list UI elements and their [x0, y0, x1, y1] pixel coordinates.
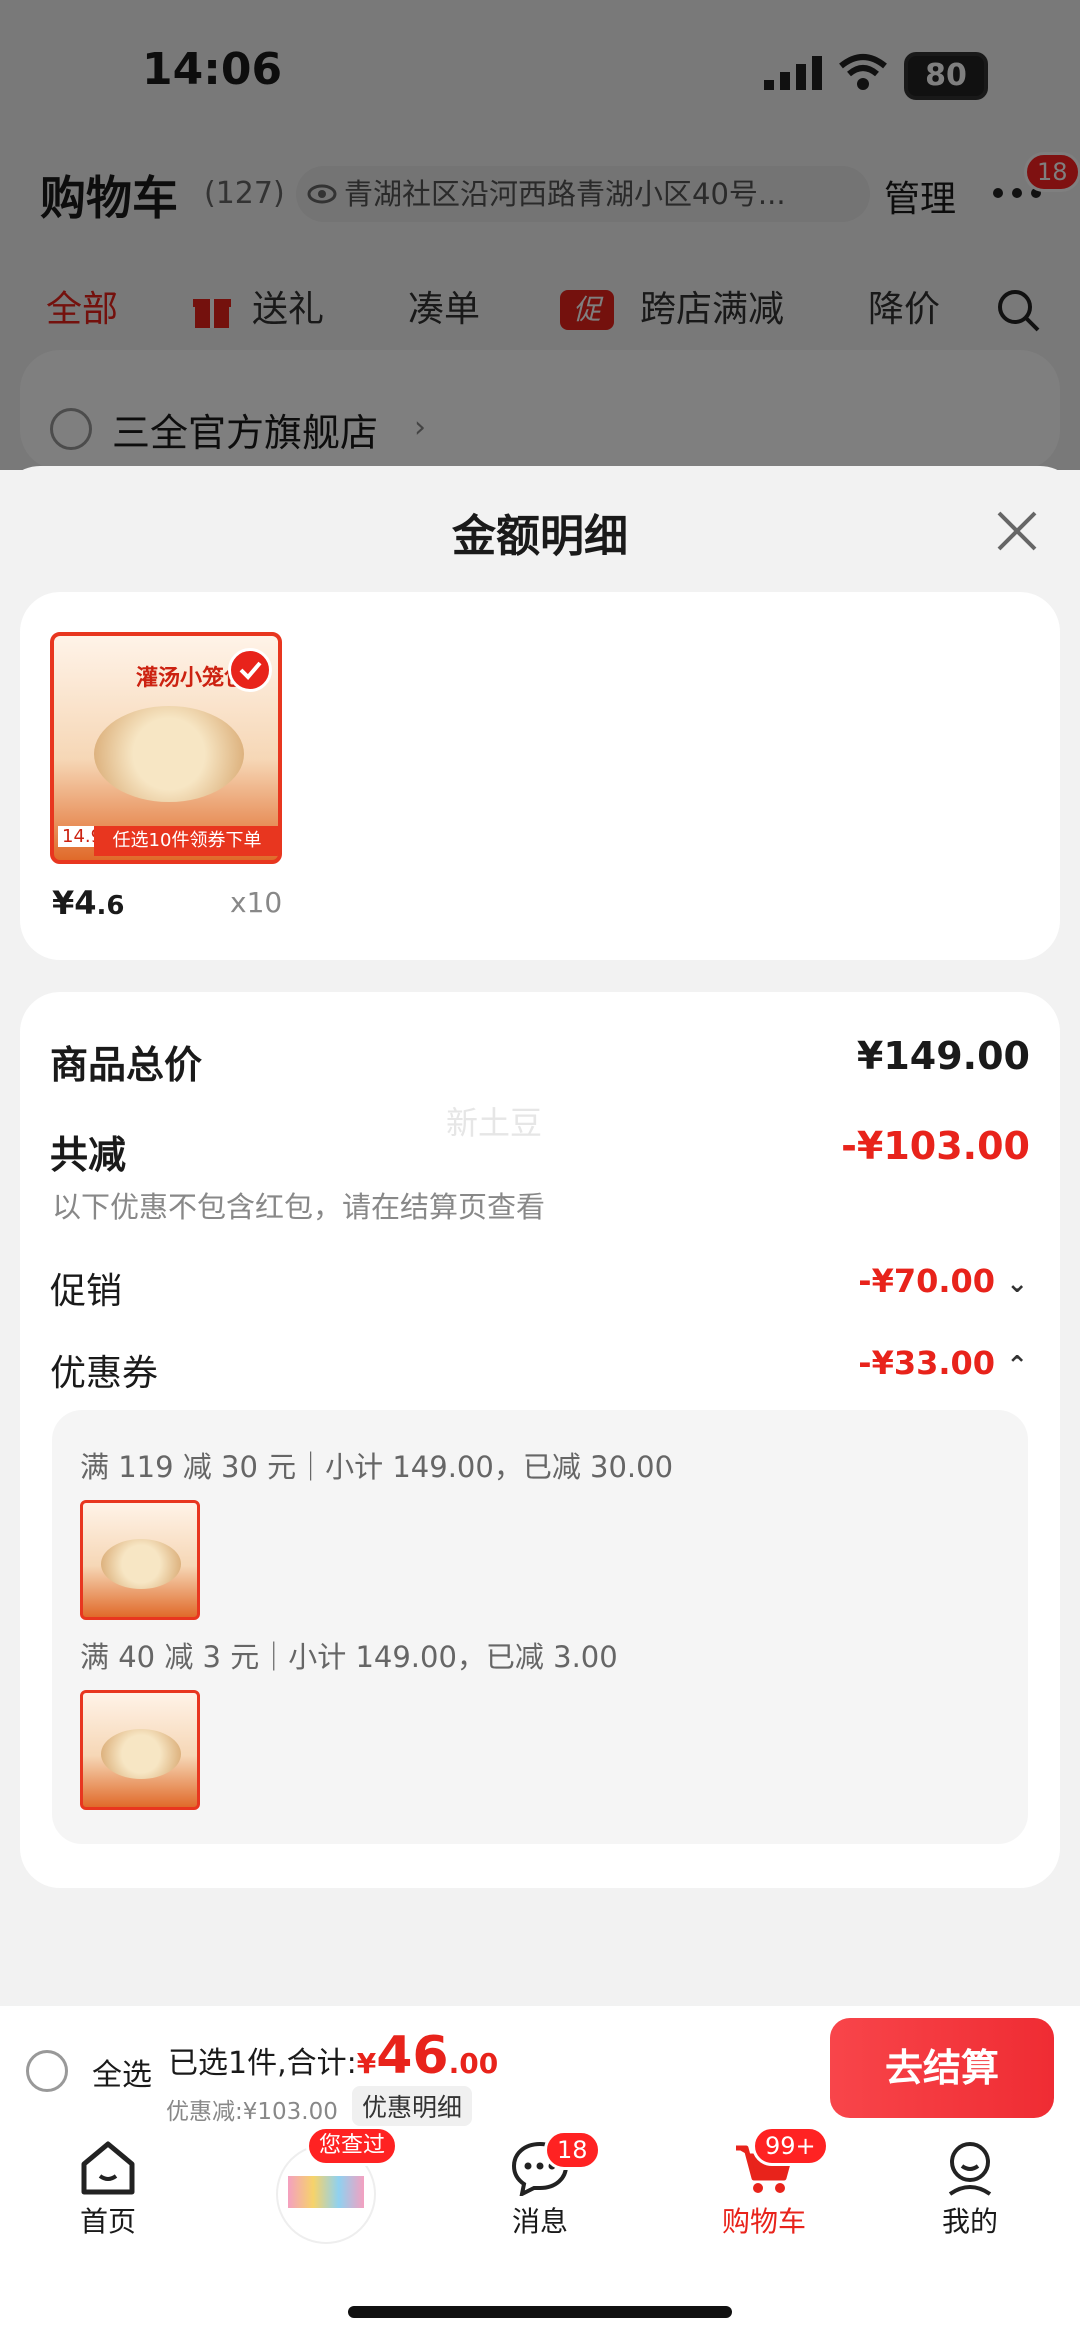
viewed-thumb [288, 2176, 364, 2208]
total-value: ¥149.00 [856, 1034, 1030, 1078]
checkout-button[interactable]: 去结算 [830, 2018, 1054, 2118]
coupon-value: -¥33.00 [858, 1344, 996, 1382]
product-image-promo: 任选10件领券下单 [94, 826, 278, 856]
dumpling-graphic [101, 1729, 181, 1779]
saved-amount: 优惠减:¥103.00 [166, 2099, 338, 2125]
select-all-checkbox[interactable] [26, 2050, 68, 2092]
promo-row[interactable]: -¥70.00 ⌄ [858, 1262, 1028, 1300]
nav-home-label: 首页 [79, 2205, 136, 2238]
profile-icon [948, 2142, 992, 2196]
watermark: 新土豆 [446, 1104, 543, 1142]
close-icon[interactable] [996, 510, 1038, 556]
nav-cart-label: 购物车 [721, 2205, 806, 2238]
product-price: ¥4.6 [52, 884, 125, 922]
product-qty: x10 [230, 886, 283, 919]
home-indicator [348, 2306, 732, 2318]
coupon-product-thumb [80, 1690, 200, 1810]
total-label: 商品总价 [50, 1043, 203, 1087]
sheet-title: 金额明细 [452, 511, 628, 562]
coupon-label: 优惠券 [50, 1353, 159, 1394]
dumpling-graphic [101, 1539, 181, 1589]
promo-value: -¥70.00 [858, 1262, 996, 1300]
chevron-up-icon: ⌃ [1006, 1351, 1028, 1381]
coupon-line: 满 40 减 3 元｜小计 149.00，已减 3.00 [80, 1640, 618, 1674]
dim-overlay [0, 0, 1080, 470]
home-icon [81, 2141, 135, 2195]
promo-label: 促销 [50, 1271, 123, 1312]
cart-badge: 99+ [752, 2126, 829, 2166]
discount-detail-button[interactable]: 优惠明细 [352, 2086, 473, 2126]
coupon-product-thumb [80, 1500, 200, 1620]
discount-label: 共减 [50, 1133, 127, 1177]
nav-mine[interactable]: 我的 [910, 2140, 1030, 2240]
nav-messages-label: 消息 [511, 2205, 568, 2238]
messages-badge: 18 [544, 2130, 601, 2170]
discount-note: 以下优惠不包含红包，请在结算页查看 [52, 1190, 546, 1224]
selected-summary: 已选1件,合计:¥46.00 [168, 2026, 499, 2086]
coupon-line: 满 119 减 30 元｜小计 149.00，已减 30.00 [80, 1450, 674, 1484]
selected-check-icon[interactable] [228, 648, 272, 692]
chevron-down-icon: ⌄ [1006, 1269, 1028, 1299]
coupon-row[interactable]: -¥33.00 ⌃ [858, 1344, 1028, 1382]
nav-home[interactable]: 首页 [48, 2140, 168, 2240]
select-all-label[interactable]: 全选 [92, 2050, 152, 2094]
viewed-badge: 您查过 [306, 2126, 399, 2166]
discount-value: -¥103.00 [841, 1124, 1030, 1168]
dumpling-graphic [94, 706, 244, 802]
nav-mine-label: 我的 [941, 2205, 998, 2238]
